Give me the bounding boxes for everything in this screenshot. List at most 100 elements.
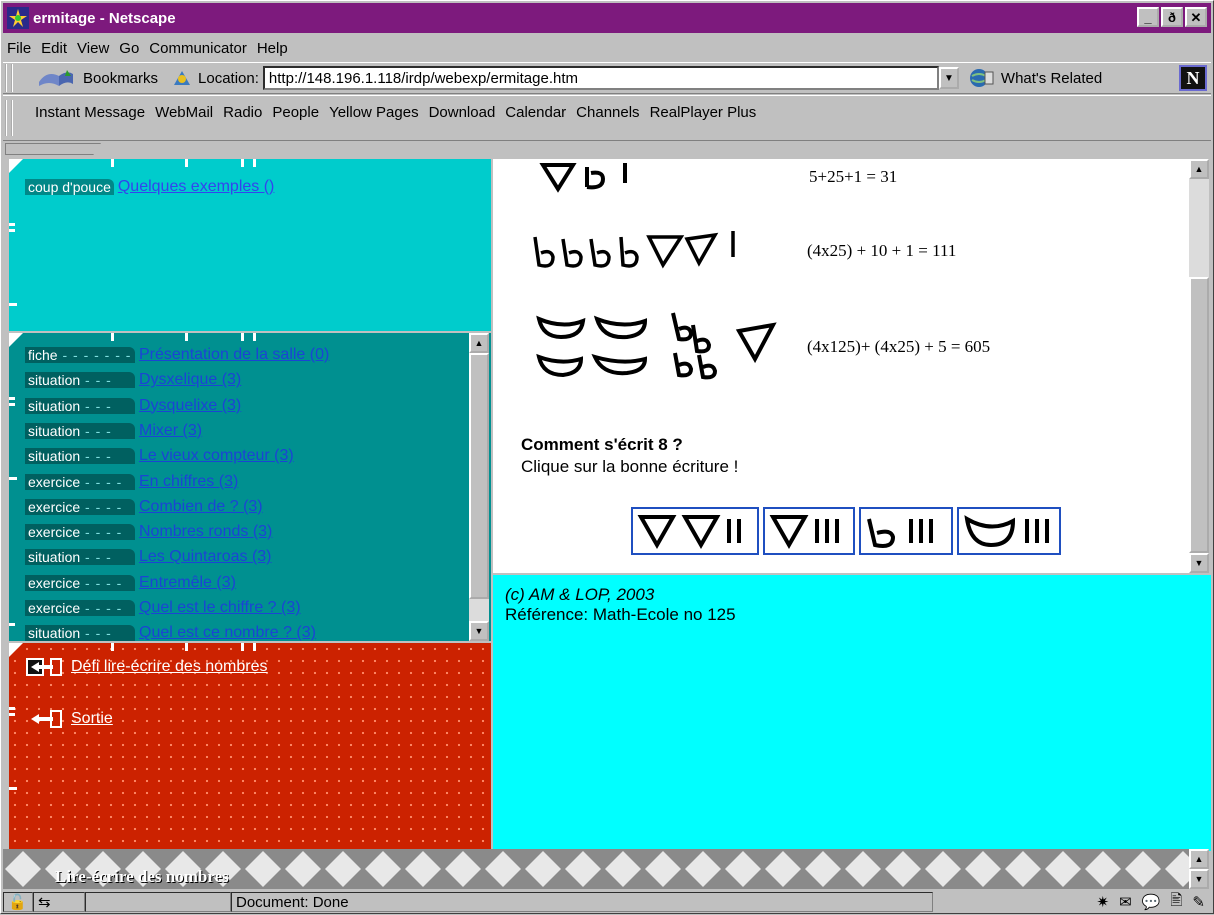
- main-scroll-up-button[interactable]: ▲: [1189, 159, 1209, 179]
- url-text: http://148.196.1.118/irdp/webexp/ermitag…: [268, 69, 579, 87]
- location-dropdown-button[interactable]: ▼: [938, 67, 959, 89]
- toolbar-grip-2[interactable]: [5, 100, 13, 136]
- activity-tag-box: situation - - -: [25, 448, 135, 465]
- pt-instant-message[interactable]: Instant Message: [35, 104, 145, 121]
- glyph-605-icon: [536, 312, 777, 380]
- activity-link[interactable]: Mixer (3): [139, 422, 202, 440]
- scroll-up-button[interactable]: ▲: [469, 333, 489, 353]
- choice-3-button[interactable]: [859, 507, 953, 555]
- security-lock-icon[interactable]: 🔓: [3, 892, 33, 912]
- pt-channels[interactable]: Channels: [576, 104, 639, 121]
- pt-download[interactable]: Download: [429, 104, 496, 121]
- pt-yellow-pages[interactable]: Yellow Pages: [329, 104, 419, 121]
- component-edit-icon[interactable]: ✎: [1192, 893, 1205, 911]
- activity-link[interactable]: Combien de ? (3): [139, 498, 263, 516]
- window-title: ermitage - Netscape: [33, 9, 176, 27]
- activity-link[interactable]: Quel est le chiffre ? (3): [139, 599, 301, 617]
- minimize-button[interactable]: _: [1137, 7, 1159, 27]
- activity-row[interactable]: fiche - - - - - - - Présentation de la sa…: [25, 343, 329, 367]
- activity-row[interactable]: situation - - - Les Quintaroas (3): [25, 545, 272, 569]
- toolbar-grip[interactable]: [5, 64, 13, 92]
- choice-2-button[interactable]: [763, 507, 855, 555]
- pt-webmail[interactable]: WebMail: [155, 104, 213, 121]
- menu-view[interactable]: View: [77, 40, 109, 57]
- menu-go[interactable]: Go: [119, 40, 139, 57]
- activity-tag-box: situation - - -: [25, 549, 135, 566]
- activity-tag-box: exercice - - - -: [25, 600, 135, 616]
- netscape-n-icon[interactable]: N: [1179, 65, 1207, 91]
- activity-tag-box: fiche - - - - - - -: [25, 347, 135, 363]
- menu-file[interactable]: File: [7, 40, 31, 57]
- pt-realplayer[interactable]: RealPlayer Plus: [650, 104, 757, 121]
- activity-tag-dots: - - - - - - -: [57, 347, 132, 363]
- activity-link[interactable]: Entremêle (3): [139, 574, 236, 592]
- location-field[interactable]: http://148.196.1.118/irdp/webexp/ermitag…: [262, 66, 939, 90]
- component-mail-icon[interactable]: ✉: [1119, 893, 1132, 911]
- examples-link[interactable]: Quelques exemples (): [118, 178, 275, 196]
- activity-type-tag: exercice: [28, 574, 81, 591]
- collapsed-toolbar-tab[interactable]: [5, 143, 101, 155]
- navigation-frame: Défi lire-écrire des nombres Sortie: [9, 643, 491, 851]
- bookmarks-button[interactable]: Bookmarks: [83, 70, 158, 87]
- footer-scrollbar[interactable]: ▲ ▼: [1189, 849, 1209, 889]
- activity-tag-dots: - - -: [80, 625, 112, 642]
- scroll-thumb[interactable]: [469, 353, 489, 599]
- activity-link[interactable]: Dysxelique (3): [139, 371, 241, 389]
- choice-1-button[interactable]: [631, 507, 759, 555]
- whats-related-icon: [969, 69, 994, 87]
- activity-row[interactable]: exercice - - - - En chiffres (3): [25, 470, 238, 494]
- activity-row[interactable]: exercice - - - - Nombres ronds (3): [25, 520, 272, 544]
- component-discussion-icon[interactable]: 💬: [1142, 893, 1161, 911]
- activity-row[interactable]: situation - - - Le vieux compteur (3): [25, 444, 294, 468]
- activity-row[interactable]: situation - - - Mixer (3): [25, 419, 202, 443]
- activity-link[interactable]: Dysquelixe (3): [139, 397, 241, 415]
- activity-link[interactable]: Les Quintaroas (3): [139, 548, 272, 566]
- activity-link[interactable]: Quel est ce nombre ? (3): [139, 624, 316, 642]
- exit-link[interactable]: Sortie: [71, 710, 113, 728]
- pt-people[interactable]: People: [272, 104, 319, 121]
- activity-row[interactable]: situation - - - Quel est ce nombre ? (3): [25, 621, 316, 645]
- menu-help[interactable]: Help: [257, 40, 288, 57]
- activity-link[interactable]: Nombres ronds (3): [139, 523, 272, 541]
- menu-edit[interactable]: Edit: [41, 40, 67, 57]
- whats-related-button[interactable]: What's Related: [1001, 70, 1102, 87]
- menu-communicator[interactable]: Communicator: [149, 40, 247, 57]
- scroll-down-button[interactable]: ▼: [469, 621, 489, 641]
- activity-row[interactable]: situation - - - Dysquelixe (3): [25, 394, 241, 418]
- choice-4-button[interactable]: [957, 507, 1061, 555]
- pt-radio[interactable]: Radio: [223, 104, 262, 121]
- activity-tag-dots: - - - -: [80, 600, 123, 616]
- activity-tag-box: exercice - - - -: [25, 524, 135, 541]
- choice-2-glyph-icon: [769, 515, 839, 550]
- activity-row[interactable]: exercice - - - - Entremêle (3): [25, 571, 236, 595]
- close-button[interactable]: ✕: [1185, 7, 1207, 27]
- activity-row[interactable]: exercice - - - - Combien de ? (3): [25, 495, 263, 519]
- defi-link[interactable]: Défi lire-écrire des nombres: [71, 658, 268, 676]
- footer-scroll-down-button[interactable]: ▼: [1189, 869, 1209, 889]
- location-label: Location:: [198, 69, 259, 87]
- component-netscape-icon[interactable]: ✷: [1097, 893, 1110, 911]
- hint-row: coup d'pouce Quelques exemples (): [25, 175, 274, 199]
- maximize-button[interactable]: ð: [1161, 7, 1183, 27]
- hints-frame: coup d'pouce Quelques exemples (): [9, 159, 491, 331]
- activity-row[interactable]: exercice - - - - Quel est le chiffre ? (3…: [25, 596, 301, 620]
- activity-row[interactable]: situation - - - Dysxelique (3): [25, 368, 241, 392]
- main-scroll-down-button[interactable]: ▼: [1189, 553, 1209, 573]
- activity-tag-dots: - - -: [80, 448, 112, 465]
- exit-row[interactable]: Sortie: [25, 707, 113, 731]
- main-scrollbar[interactable]: ▲ ▼: [1189, 159, 1209, 573]
- activities-scrollbar[interactable]: ▲ ▼: [469, 333, 489, 641]
- copyright-text: (c) AM & LOP, 2003: [505, 585, 655, 604]
- component-composer-icon[interactable]: 🖹: [1170, 890, 1182, 915]
- activity-link[interactable]: En chiffres (3): [139, 473, 238, 491]
- activity-link[interactable]: Le vieux compteur (3): [139, 447, 294, 465]
- activity-link[interactable]: Présentation de la salle (0): [139, 346, 329, 364]
- choice-1-glyph-icon: [637, 515, 741, 550]
- pt-calendar[interactable]: Calendar: [505, 104, 566, 121]
- footer-scroll-up-button[interactable]: ▲: [1189, 849, 1209, 869]
- exit-door-icon: [31, 710, 62, 728]
- netscape-logo-icon: [7, 7, 29, 29]
- back-row[interactable]: Défi lire-écrire des nombres: [25, 655, 268, 679]
- main-scroll-thumb[interactable]: [1189, 277, 1209, 553]
- activity-type-tag: fiche: [28, 347, 58, 363]
